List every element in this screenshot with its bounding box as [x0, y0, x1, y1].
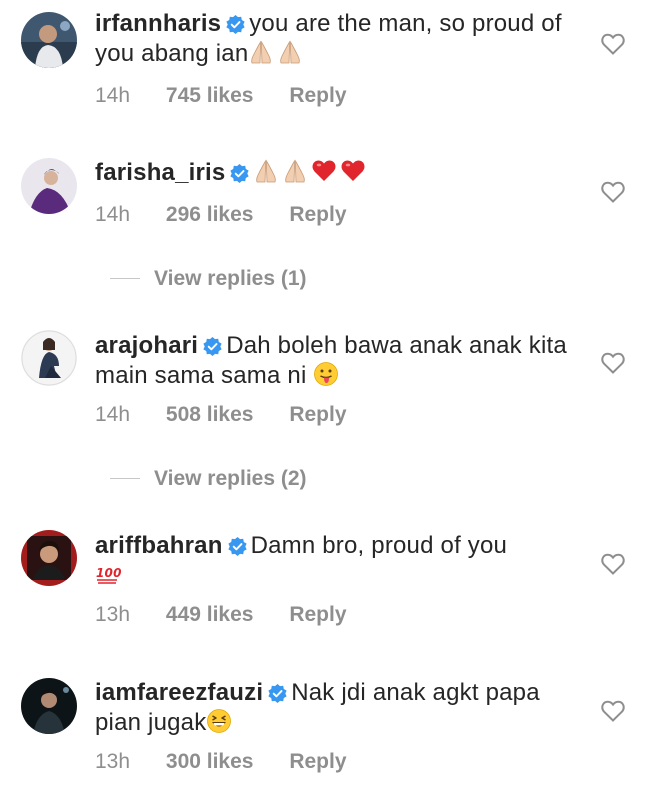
reply-button[interactable]: Reply [289, 750, 346, 773]
avatar[interactable] [21, 530, 77, 586]
reply-button[interactable]: Reply [289, 603, 346, 626]
verified-badge-icon [203, 337, 222, 356]
username[interactable]: farisha_iris [95, 159, 225, 186]
like-heart-icon[interactable] [601, 352, 625, 376]
grinning-squinting-face-emoji [206, 708, 232, 734]
avatar[interactable] [21, 330, 77, 386]
view-replies-label: View replies (1) [154, 267, 307, 290]
view-replies-button[interactable]: View replies (1) [110, 267, 307, 291]
hundred-points-emoji: 100 [95, 561, 121, 587]
reply-button[interactable]: Reply [289, 84, 346, 107]
username[interactable]: arajohari [95, 332, 198, 359]
comment-timestamp: 14h [95, 403, 131, 426]
username[interactable]: iamfareezfauzi [95, 679, 263, 706]
comment-timestamp: 14h [95, 84, 131, 107]
svg-text:100: 100 [96, 566, 121, 580]
avatar[interactable] [21, 678, 77, 734]
username[interactable]: irfannharis [95, 10, 221, 37]
view-replies-label: View replies (2) [154, 467, 307, 490]
tongue-out-face-emoji [313, 361, 339, 387]
like-heart-icon[interactable] [601, 700, 625, 724]
likes-count[interactable]: 508 likes [166, 403, 254, 426]
like-heart-icon[interactable] [601, 33, 625, 57]
comment-timestamp: 14h [95, 203, 131, 226]
comment-timestamp: 13h [95, 603, 131, 626]
like-heart-icon[interactable] [601, 553, 625, 577]
like-heart-icon[interactable] [601, 181, 625, 205]
comment-timestamp: 13h [95, 750, 131, 773]
folded-hands-emoji [248, 39, 274, 65]
folded-hands-emoji [253, 158, 279, 184]
view-replies-button[interactable]: View replies (2) [110, 467, 307, 491]
red-heart-emoji [340, 158, 366, 184]
folded-hands-emoji [282, 158, 308, 184]
username[interactable]: ariffbahran [95, 532, 223, 559]
reply-button[interactable]: Reply [289, 403, 346, 426]
verified-badge-icon [268, 684, 287, 703]
verified-badge-icon [227, 537, 247, 556]
avatar[interactable] [21, 158, 77, 214]
folded-hands-emoji [277, 39, 303, 65]
reply-button[interactable]: Reply [289, 203, 346, 226]
avatar[interactable] [21, 12, 77, 68]
comment-text: Damn bro, proud of you [250, 532, 508, 559]
red-heart-emoji [311, 158, 337, 184]
verified-badge-icon [226, 15, 245, 34]
likes-count[interactable]: 300 likes [166, 750, 254, 773]
likes-count[interactable]: 296 likes [166, 203, 254, 226]
likes-count[interactable]: 449 likes [166, 603, 254, 626]
divider [110, 278, 140, 279]
verified-badge-icon [230, 164, 250, 183]
divider [110, 478, 140, 479]
likes-count[interactable]: 745 likes [166, 84, 254, 107]
